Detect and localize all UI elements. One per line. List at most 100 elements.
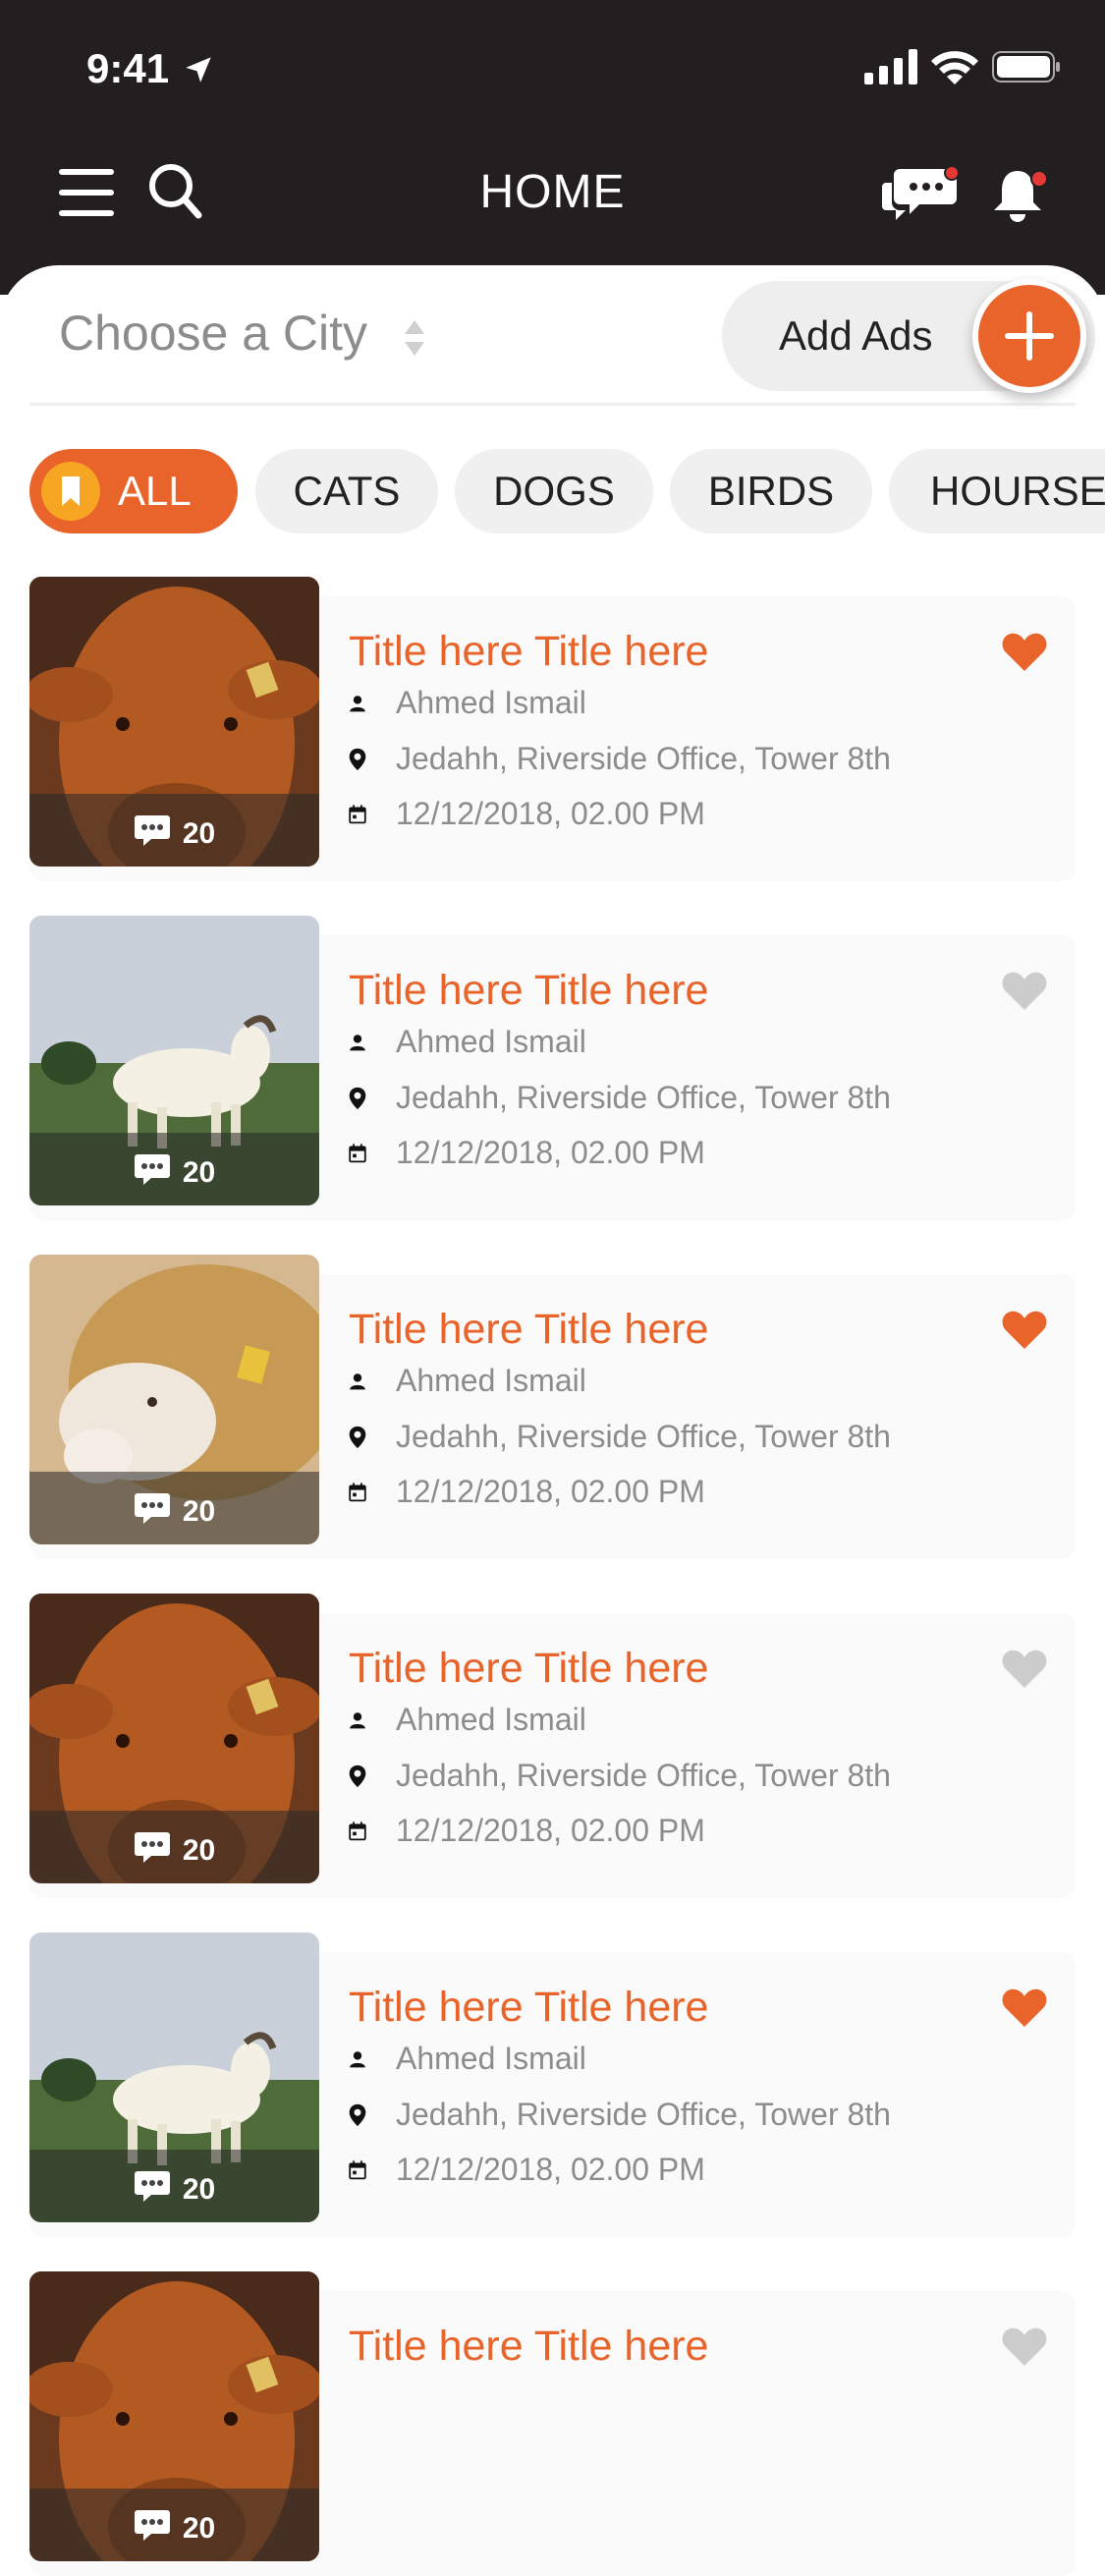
user-icon (349, 1028, 384, 1057)
listing-location-text: Jedahh, Riverside Office, Tower 8th (396, 1758, 891, 1793)
listing-date-text: 12/12/2018, 02.00 PM (396, 1474, 705, 1509)
messages-icon[interactable] (882, 165, 961, 224)
listing-date-text: 12/12/2018, 02.00 PM (396, 796, 705, 831)
location-pin-icon (349, 1421, 384, 1454)
battery-icon (992, 51, 1060, 83)
listing-author-text: Ahmed Ismail (396, 1024, 586, 1059)
comment-count: 20 (29, 1491, 319, 1533)
listing-thumbnail[interactable]: 20 (29, 916, 319, 1205)
listing-date: 12/12/2018, 02.00 PM (349, 1813, 705, 1849)
calendar-icon (349, 799, 384, 830)
listing-author-text: Ahmed Ismail (396, 685, 586, 720)
comment-count: 20 (29, 2508, 319, 2549)
listing-date-text: 12/12/2018, 02.00 PM (396, 2152, 705, 2187)
chip-label: HOURSES (930, 468, 1105, 514)
chip-label: ALL (118, 468, 192, 514)
user-icon (349, 689, 384, 718)
listing-location: Jedahh, Riverside Office, Tower 8th (349, 1419, 891, 1455)
comment-icon (134, 1152, 183, 1194)
category-chip-cats[interactable]: CATS (255, 449, 438, 533)
listing-title[interactable]: Title here Title here (349, 2323, 708, 2371)
listing-thumbnail[interactable]: 20 (29, 1932, 319, 2222)
cellular-signal-icon (864, 49, 917, 84)
listing-date-text: 12/12/2018, 02.00 PM (396, 1813, 705, 1848)
chip-label: DOGS (493, 468, 615, 514)
category-chip-birds[interactable]: BIRDS (670, 449, 872, 533)
status-bar: 9:41 (0, 0, 1105, 138)
listing-title[interactable]: Title here Title here (349, 967, 708, 1015)
favorite-heart-icon[interactable] (1002, 2325, 1047, 2367)
comment-icon (134, 2508, 183, 2549)
listing-location: Jedahh, Riverside Office, Tower 8th (349, 1758, 891, 1794)
listing-date: 12/12/2018, 02.00 PM (349, 1135, 705, 1171)
listing-location: Jedahh, Riverside Office, Tower 8th (349, 2097, 891, 2133)
listing-thumbnail[interactable]: 20 (29, 577, 319, 867)
favorite-heart-icon[interactable] (1002, 970, 1047, 1011)
category-chip-all[interactable]: ALL (29, 449, 238, 533)
listing-date: 12/12/2018, 02.00 PM (349, 796, 705, 832)
bookmark-icon (41, 462, 100, 521)
listing-location: Jedahh, Riverside Office, Tower 8th (349, 741, 891, 777)
category-chip-dogs[interactable]: DOGS (455, 449, 653, 533)
listing-location-text: Jedahh, Riverside Office, Tower 8th (396, 741, 891, 776)
listing-author-text: Ahmed Ismail (396, 1363, 586, 1398)
add-ad-plus-button[interactable] (972, 279, 1086, 393)
comment-count-value: 20 (182, 1834, 216, 1867)
divider (29, 403, 1076, 406)
listing-author-text: Ahmed Ismail (396, 1702, 586, 1737)
location-pin-icon (349, 1760, 384, 1793)
listing-thumbnail[interactable]: 20 (29, 1594, 319, 1883)
listing-author: Ahmed Ismail (349, 1363, 586, 1399)
listing-title[interactable]: Title here Title here (349, 1984, 708, 2032)
add-ads-label[interactable]: Add Ads (779, 312, 932, 360)
comment-count: 20 (29, 2169, 319, 2211)
favorite-heart-icon[interactable] (1002, 1987, 1047, 2028)
calendar-icon (349, 1816, 384, 1847)
comment-count: 20 (29, 813, 319, 855)
listing-author-text: Ahmed Ismail (396, 2041, 586, 2076)
listing-location-text: Jedahh, Riverside Office, Tower 8th (396, 1080, 891, 1115)
comment-count-value: 20 (182, 817, 216, 850)
listing-title[interactable]: Title here Title here (349, 1645, 708, 1693)
comment-count: 20 (29, 1830, 319, 1872)
listing-location: Jedahh, Riverside Office, Tower 8th (349, 1080, 891, 1116)
listing-title[interactable]: Title here Title here (349, 628, 708, 676)
listing-location-text: Jedahh, Riverside Office, Tower 8th (396, 1419, 891, 1454)
chip-label: CATS (293, 468, 401, 514)
comment-count-value: 20 (182, 2512, 216, 2545)
calendar-icon (349, 1477, 384, 1508)
calendar-icon (349, 1138, 384, 1169)
comment-count-value: 20 (182, 2173, 216, 2206)
chip-label: BIRDS (707, 468, 835, 514)
wifi-icon (931, 51, 978, 84)
comment-icon (134, 1491, 183, 1533)
favorite-heart-icon[interactable] (1002, 631, 1047, 672)
category-chip-horses[interactable]: HOURSES (889, 449, 1105, 533)
comment-icon (134, 813, 183, 855)
listing-thumbnail[interactable]: 20 (29, 1255, 319, 1544)
favorite-heart-icon[interactable] (1002, 1309, 1047, 1350)
plus-icon (1005, 311, 1054, 361)
location-arrow-icon (186, 57, 211, 83)
listing-thumbnail[interactable]: 20 (29, 2271, 319, 2561)
listing-date-text: 12/12/2018, 02.00 PM (396, 1135, 705, 1170)
user-icon (349, 1706, 384, 1735)
favorite-heart-icon[interactable] (1002, 1648, 1047, 1689)
comment-icon (134, 2169, 183, 2211)
location-pin-icon (349, 743, 384, 776)
user-icon (349, 1367, 384, 1396)
location-pin-icon (349, 2099, 384, 2132)
comment-count: 20 (29, 1152, 319, 1194)
listing-date: 12/12/2018, 02.00 PM (349, 1474, 705, 1510)
listing-author: Ahmed Ismail (349, 2041, 586, 2077)
notification-bell-icon[interactable] (990, 165, 1051, 224)
listing-date: 12/12/2018, 02.00 PM (349, 2152, 705, 2188)
listing-title[interactable]: Title here Title here (349, 1306, 708, 1354)
comment-count-value: 20 (182, 1495, 216, 1528)
listing-location-text: Jedahh, Riverside Office, Tower 8th (396, 2097, 891, 2132)
user-icon (349, 2044, 384, 2074)
listing-author: Ahmed Ismail (349, 1702, 586, 1738)
comment-count-value: 20 (182, 1156, 216, 1189)
city-selector[interactable]: Choose a City (59, 305, 367, 362)
listing-author: Ahmed Ismail (349, 685, 586, 721)
